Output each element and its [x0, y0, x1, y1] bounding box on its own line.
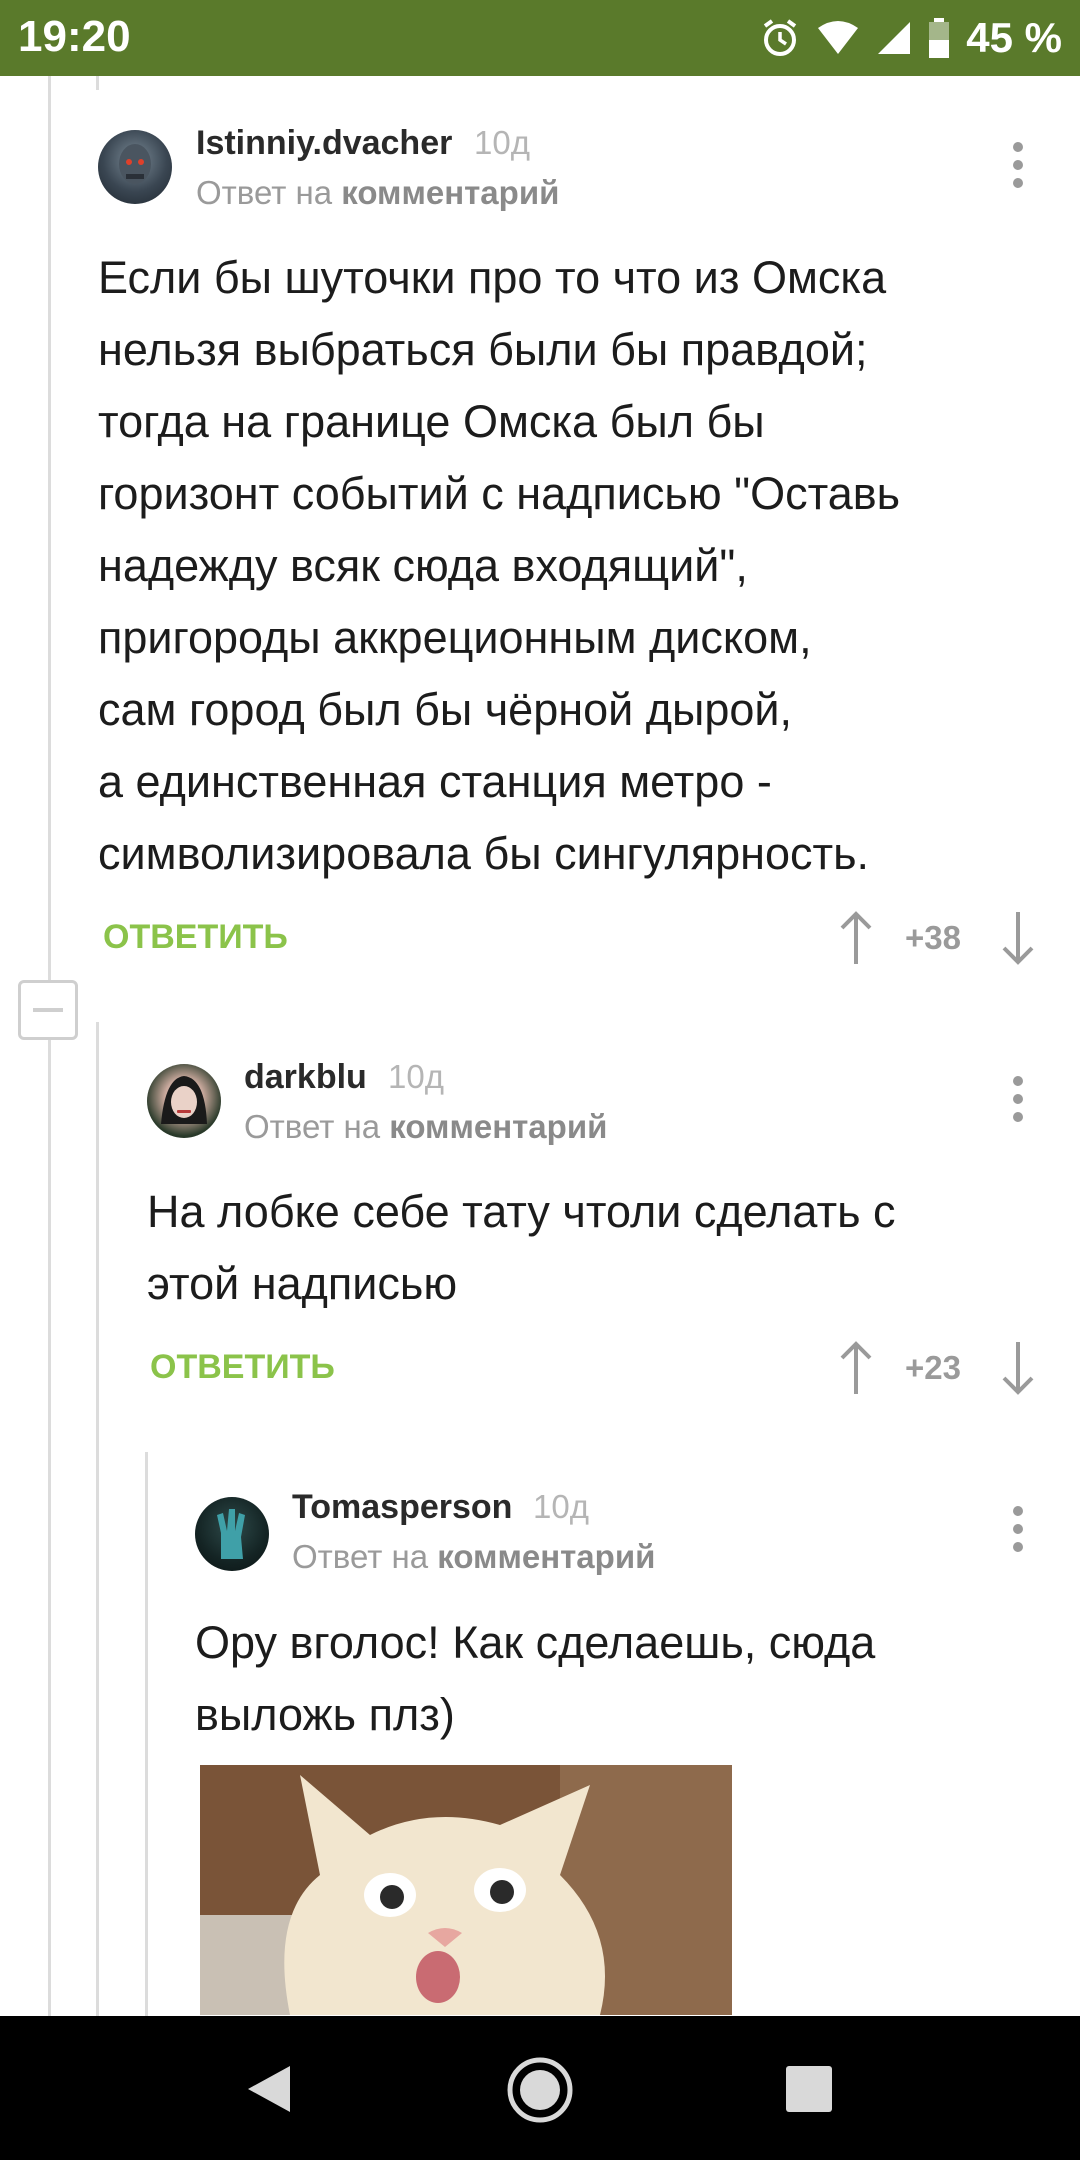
collapse-thread-button[interactable] [18, 980, 78, 1040]
avatar[interactable] [98, 130, 172, 204]
comment-age: 10д [388, 1058, 444, 1095]
reply-to-prefix: Ответ на [244, 1108, 381, 1145]
navigation-bar [0, 2016, 1080, 2160]
minus-icon [33, 1008, 63, 1012]
comment-username[interactable]: Tomasperson [292, 1488, 512, 1527]
status-time: 19:20 [18, 12, 131, 61]
comment-text: Если бы шуточки про то что из Омска нель… [98, 252, 901, 879]
battery-icon [929, 18, 950, 58]
reply-to-prefix: Ответ на [196, 174, 333, 211]
more-options-icon[interactable] [998, 1069, 1038, 1129]
reply-to-prefix: Ответ на [292, 1538, 429, 1575]
avatar[interactable] [147, 1064, 221, 1138]
back-icon[interactable] [246, 2064, 292, 2114]
thread-line-level-1 [96, 1022, 99, 2016]
avatar-robot-image [119, 144, 151, 184]
battery-percent: 45 % [966, 14, 1062, 61]
more-options-icon[interactable] [998, 135, 1038, 195]
comment-age: 10д [474, 124, 530, 161]
home-icon[interactable] [506, 2056, 574, 2124]
cat-picture [200, 1765, 732, 2015]
avatar-hand-image [217, 1509, 245, 1559]
reply-to-line: Ответ на комментарий [244, 1108, 607, 1146]
status-icons: 45 % [760, 10, 1062, 66]
comment-text: Ору вголос! Как сделаешь, сюда выложь пл… [195, 1617, 876, 1740]
more-options-icon[interactable] [998, 1499, 1038, 1559]
comment-score: +23 [905, 1349, 961, 1386]
downvote-arrow-icon[interactable] [998, 1340, 1038, 1396]
comment-age: 10д [533, 1488, 589, 1525]
upvote-arrow-icon[interactable] [836, 1340, 876, 1396]
reply-to-link[interactable]: комментарий [389, 1108, 607, 1145]
downvote-arrow-icon[interactable] [998, 910, 1038, 966]
status-bar: 19:20 45 % [0, 0, 1080, 76]
signal-icon [878, 22, 911, 54]
alarm-icon [764, 19, 797, 56]
wifi-icon [818, 21, 859, 54]
reply-to-link[interactable]: комментарий [437, 1538, 655, 1575]
recents-icon[interactable] [786, 2066, 832, 2112]
thread-line-level-0 [48, 76, 51, 2016]
reply-button[interactable]: ОТВЕТИТЬ [103, 918, 288, 957]
thread-line-level-2 [145, 1452, 148, 2016]
comment-score: +38 [905, 919, 961, 956]
avatar-portrait-image [161, 1076, 207, 1124]
comment-username[interactable]: Istinniy.dvacher [196, 124, 452, 163]
reply-to-line: Ответ на комментарий [292, 1538, 655, 1576]
avatar[interactable] [195, 1497, 269, 1571]
reply-to-line: Ответ на комментарий [196, 174, 559, 212]
comment-username[interactable]: darkblu [244, 1058, 367, 1097]
comment-text: На лобке себе тату чтоли сделать с этой … [147, 1186, 896, 1309]
reply-button[interactable]: ОТВЕТИТЬ [150, 1348, 335, 1387]
thread-line-top-stub [96, 76, 99, 90]
comment-image-cat[interactable] [200, 1765, 732, 2015]
reply-to-link[interactable]: комментарий [341, 174, 559, 211]
upvote-arrow-icon[interactable] [836, 910, 876, 966]
